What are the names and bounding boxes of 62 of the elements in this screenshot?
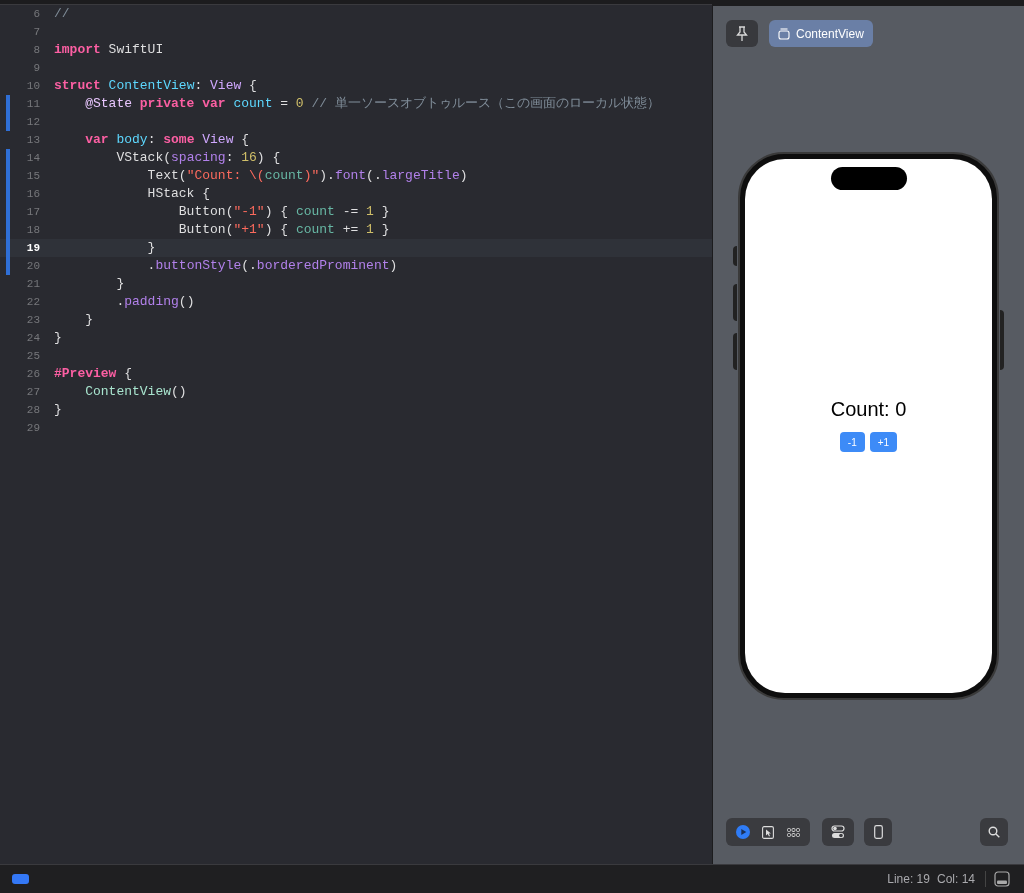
panel-toggle-icon[interactable] [994,871,1010,887]
line-number: 23 [26,312,40,328]
line-number: 15 [26,168,40,184]
line-number: 7 [33,24,40,40]
pin-icon [736,25,748,42]
counter-button[interactable]: +1 [869,432,898,452]
search-icon [988,826,1000,838]
search-button[interactable] [980,818,1008,846]
code-line: Button("+1") { count += 1 } [177,221,390,239]
line-number: 21 [26,276,40,292]
cursor-icon[interactable] [762,825,775,839]
device-button[interactable] [864,818,892,846]
line-number: 22 [26,294,40,310]
play-icon[interactable] [736,825,751,839]
line-indicator: Line: 19 [887,871,930,888]
code-line: } [84,311,93,329]
line-number: 8 [33,42,40,58]
code-line: VStack(spacing: 16) { [115,149,281,167]
line-number: 19 [26,240,40,256]
line-number: 6 [33,6,40,22]
toggle-button[interactable] [822,818,854,846]
code-line: #Preview { [53,365,133,383]
preview-chip[interactable]: ContentView [769,20,873,47]
line-number: 18 [26,222,40,238]
preview-icon [778,27,790,40]
line-number: 16 [26,186,40,202]
line-number: 25 [26,348,40,364]
code-line: struct ContentView: View { [53,77,257,95]
column-indicator: Col: 14 [936,871,975,888]
code-line: ContentView() [84,383,187,401]
code-line: import SwiftUI [53,41,164,59]
line-number: 24 [26,330,40,346]
line-number: 10 [26,78,40,94]
line-number: 9 [33,60,40,76]
grid-icon[interactable] [786,827,800,837]
line-number: 26 [26,366,40,382]
status-indicator[interactable] [12,874,29,884]
code-line: Button("-1") { count -= 1 } [177,203,390,221]
code-line: Text("Count: \(count)").font(.largeTitle) [146,167,468,185]
line-number: 27 [26,384,40,400]
line-number: 29 [26,420,40,436]
line-number: 14 [26,150,40,166]
line-number: 28 [26,402,40,418]
code-line: .padding() [115,293,195,311]
code-line: HStack { [146,185,211,203]
pin-button[interactable] [726,20,758,47]
line-number: 20 [26,258,40,274]
counter-button[interactable]: -1 [839,432,865,452]
count-label: Count: 0 [830,397,907,422]
line-number: 11 [26,96,40,112]
line-number: 17 [26,204,40,220]
code-line: } [146,239,156,257]
code-line: .buttonStyle(.borderedProminent) [146,257,398,275]
toggles-icon [831,825,845,839]
code-line: } [115,275,125,293]
line-number: 12 [26,114,40,130]
code-line: } [53,329,62,347]
code-line: // [53,5,70,23]
line-number: 13 [26,132,40,148]
phone-icon [873,825,883,839]
code-line: } [53,401,62,419]
code-line: var body: some View { [84,131,250,149]
